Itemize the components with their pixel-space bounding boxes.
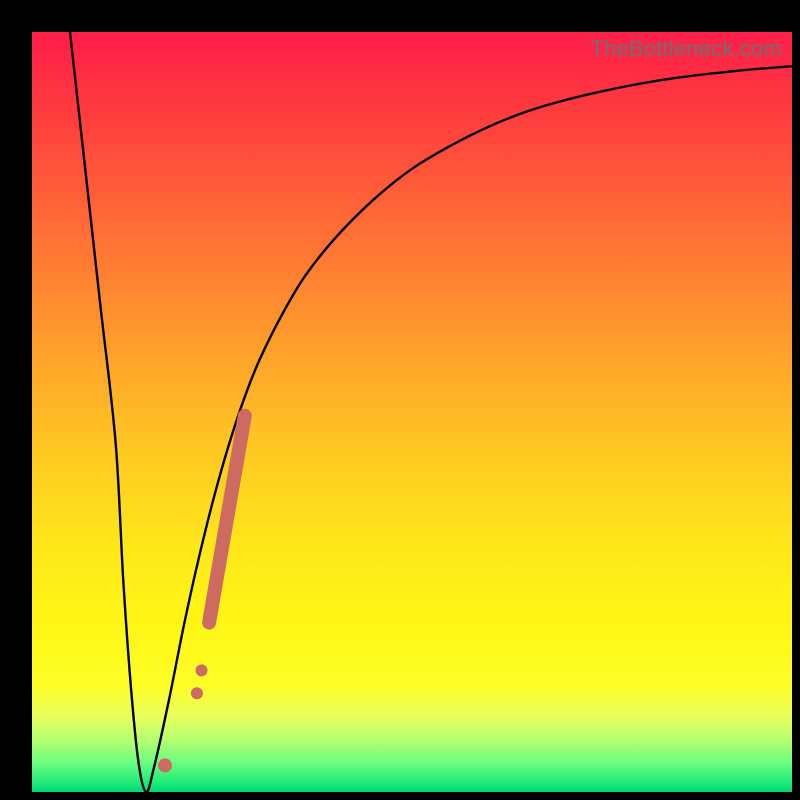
chart-svg xyxy=(32,32,792,792)
marker-layer xyxy=(158,416,245,773)
bottleneck-curve xyxy=(70,32,792,792)
plot-area: TheBottleneck.com xyxy=(32,32,792,792)
chart-frame: TheBottleneck.com xyxy=(0,0,800,800)
curve-layer xyxy=(70,32,792,792)
exclaim-dot-1 xyxy=(191,687,203,699)
exclaim-dot-2 xyxy=(195,664,207,676)
exclaim-bar xyxy=(209,416,245,623)
exclaim-dot-3 xyxy=(158,758,172,772)
